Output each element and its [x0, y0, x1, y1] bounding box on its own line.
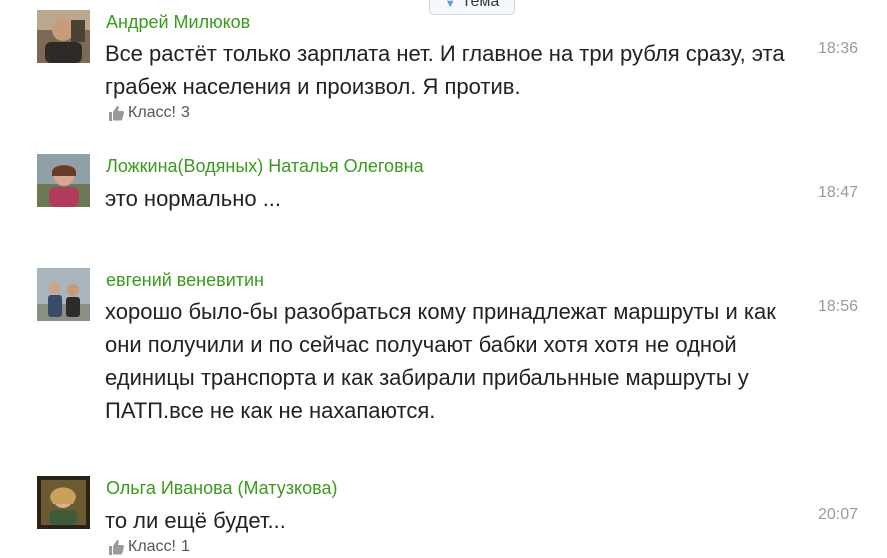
author-name[interactable]: Ложкина(Водяных) Наталья Олеговна: [106, 156, 424, 177]
avatar[interactable]: [37, 154, 90, 207]
comment-time: 18:36: [818, 40, 859, 57]
comment-time: 18:47: [818, 184, 859, 201]
like-count: 1: [181, 538, 190, 555]
topic-tab[interactable]: ▼ Тема: [429, 0, 515, 15]
author-name[interactable]: Ольга Иванова (Матузкова): [106, 478, 337, 499]
comment-time: 20:07: [818, 506, 859, 523]
comment-text: то ли ещё будет...: [105, 508, 286, 533]
thumbs-up-icon: [109, 540, 124, 555]
like-label: Класс!: [128, 104, 176, 121]
thumbs-up-icon: [109, 106, 124, 121]
like-button[interactable]: Класс! 3: [107, 104, 190, 122]
avatar[interactable]: [37, 10, 90, 63]
comment-text: Все растёт только зарплата нет. И главно…: [105, 41, 785, 99]
chevron-down-icon: ▼: [444, 0, 456, 10]
comment-time: 18:56: [818, 298, 859, 315]
avatar[interactable]: [37, 268, 90, 321]
like-button[interactable]: Класс! 1: [107, 538, 190, 556]
avatar[interactable]: [37, 476, 90, 529]
author-name[interactable]: евгений веневитин: [106, 270, 264, 291]
like-label: Класс!: [128, 538, 176, 555]
like-count: 3: [181, 104, 190, 121]
author-name[interactable]: Андрей Милюков: [106, 12, 250, 33]
comments-page: ▼ Тема Андрей Милюков Все растёт только …: [0, 0, 887, 558]
topic-tab-label: Тема: [461, 0, 500, 10]
comment-text: хорошо было-бы разобраться кому принадле…: [105, 299, 776, 423]
comment-text: это нормально ...: [105, 186, 282, 211]
